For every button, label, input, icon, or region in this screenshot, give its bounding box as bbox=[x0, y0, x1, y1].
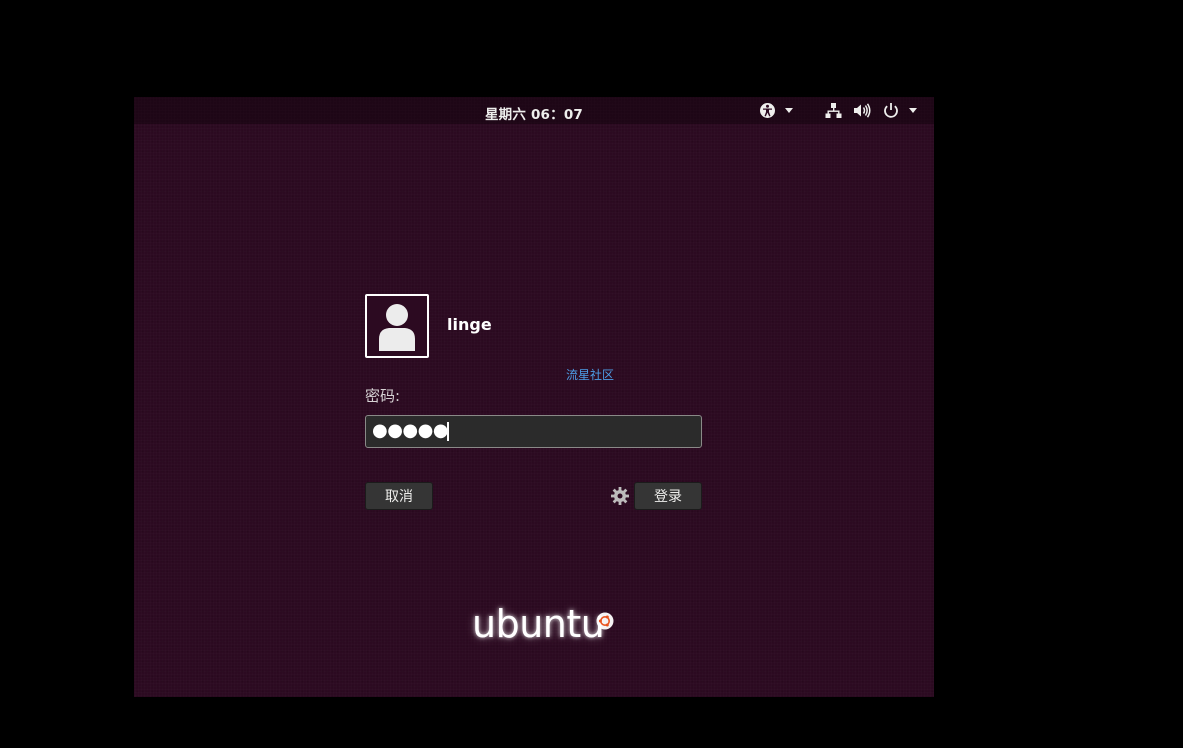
avatar[interactable] bbox=[365, 294, 429, 358]
password-label: 密码: bbox=[365, 387, 401, 405]
gear-icon[interactable] bbox=[610, 486, 630, 506]
clock[interactable]: 星期六 06：07 bbox=[134, 103, 934, 123]
ubuntu-logo: ubuntu bbox=[472, 602, 605, 646]
top-bar: 星期六 06：07 bbox=[134, 97, 934, 124]
cancel-button[interactable]: 取消 bbox=[365, 482, 433, 510]
watermark-text: 流星社区 bbox=[566, 368, 615, 382]
volume-icon[interactable] bbox=[853, 101, 871, 120]
network-icon[interactable] bbox=[825, 101, 842, 120]
username-label: linge bbox=[447, 315, 492, 334]
ubuntu-circle-of-friends-icon bbox=[596, 612, 614, 630]
user-icon bbox=[379, 304, 415, 351]
login-button[interactable]: 登录 bbox=[634, 482, 702, 510]
chevron-down-icon[interactable] bbox=[909, 108, 917, 113]
power-icon[interactable] bbox=[882, 101, 900, 120]
chevron-down-icon[interactable] bbox=[785, 108, 793, 113]
accessibility-icon[interactable] bbox=[758, 101, 777, 120]
password-field[interactable]: ●●●●● bbox=[365, 415, 702, 448]
text-cursor bbox=[447, 422, 449, 441]
login-screen: 星期六 06：07 linge 流星社区 密码: ●●●●● 取消 登录 ubu… bbox=[134, 97, 934, 697]
password-value: ●●●●● bbox=[372, 420, 449, 441]
